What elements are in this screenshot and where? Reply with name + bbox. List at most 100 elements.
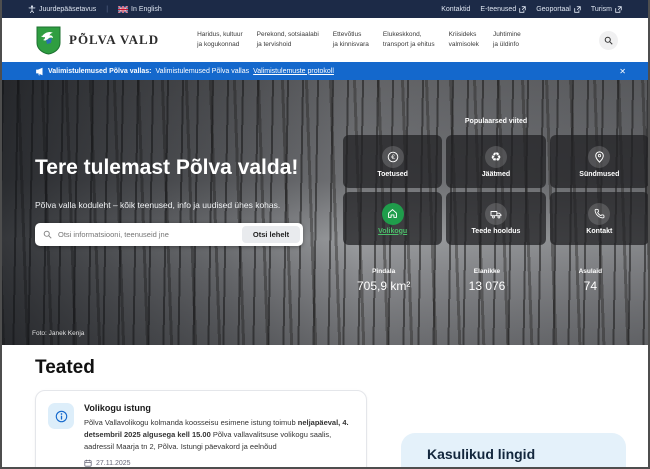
external-link-icon (615, 6, 622, 13)
top-bar: Juurdepääsetavus | In English Kontaktid … (2, 0, 648, 18)
recycle-glyph: ♻ (491, 151, 502, 163)
alert-text: Valimistulemused Põlva vallas (156, 68, 250, 75)
stats-row: Pindala 705,9 km² Elanikke 13 076 Asulai… (332, 268, 642, 293)
nav-line: Elukeskkond, (383, 31, 422, 38)
home-icon (382, 203, 404, 225)
notice-card[interactable]: Volikogu istung Põlva Vallavolikogu kolm… (35, 390, 367, 469)
page: Juurdepääsetavus | In English Kontaktid … (0, 0, 650, 469)
notice-title: Volikogu istung (84, 403, 354, 413)
main-header: PÕLVA VALD Haridus, kultuurja kogukonnad… (2, 18, 648, 62)
stat-value: 13 076 (435, 279, 538, 293)
topbar-link-turism[interactable]: Turism (591, 6, 622, 13)
tile-label: Teede hooldus (472, 228, 521, 235)
notice-text: Põlva Vallavolikogu kolmanda koosseisu e… (84, 417, 354, 453)
language-link[interactable]: In English (118, 6, 162, 13)
popular-links-title: Populaarsed viited (343, 118, 648, 125)
link-label: Turism (591, 6, 612, 13)
nav-perekond[interactable]: Perekond, sotsiaalabi ja tervishoid (257, 30, 319, 50)
topbar-link-eteenused[interactable]: E-teenused (480, 6, 526, 13)
hero-title: Tere tulemast Põlva valda! (35, 156, 298, 180)
brand[interactable]: PÕLVA VALD (36, 26, 159, 55)
nav-line: Ettevõtlus (333, 31, 362, 38)
tile-label: Kontakt (586, 228, 612, 235)
tile-label: Volikogu (378, 228, 407, 235)
main-nav: Haridus, kultuurja kogukonnad Perekond, … (197, 30, 521, 50)
hero-search: Otsi lehelt (35, 223, 303, 246)
nav-kriisideks[interactable]: Kriisideks valmisolek (449, 30, 479, 50)
notice-date: 27.11.2025 (96, 460, 131, 467)
alert-title: Valimistulemused Põlva vallas: (48, 68, 152, 75)
tile-label: Jäätmed (482, 171, 510, 178)
notice-date-row: 27.11.2025 (84, 459, 354, 467)
nav-line: ja üldinfo (493, 41, 519, 48)
header-search-button[interactable] (599, 31, 618, 50)
tile-label: Toetused (377, 171, 408, 178)
truck-icon (485, 203, 507, 225)
stat-elanikke: Elanikke 13 076 (435, 268, 538, 293)
tile-label: Sündmused (579, 171, 619, 178)
external-link-icon (519, 6, 526, 13)
alert-protocol-link[interactable]: Valimistulemuste protokoll (253, 68, 334, 75)
quick-link-teede-hooldus[interactable]: Teede hooldus (446, 192, 545, 245)
nav-line: Kriisideks (449, 31, 477, 38)
notice-text-prefix: Põlva Vallavolikogu kolmanda koosseisu e… (84, 418, 298, 427)
divider: | (106, 6, 108, 13)
location-pin-icon (588, 146, 610, 168)
nav-line: Perekond, sotsiaalabi (257, 31, 319, 38)
accessibility-link[interactable]: Juurdepääsetavus (28, 5, 96, 13)
uk-flag-icon (118, 6, 128, 13)
stat-value: 705,9 km² (332, 279, 435, 293)
useful-links-title: Kasulikud lingid (427, 446, 626, 462)
search-input[interactable] (52, 230, 242, 239)
nav-line: transport ja ehitus (383, 41, 435, 48)
stat-label: Pindala (332, 268, 435, 275)
quick-links-grid: € Toetused ♻ Jäätmed Sündmused (343, 135, 648, 245)
nav-elukeskkond[interactable]: Elukeskkond, transport ja ehitus (383, 30, 435, 50)
stat-asulaid: Asulaid 74 (539, 268, 642, 293)
svg-text:€: € (391, 154, 395, 161)
photo-credit: Foto: Janek Kenja (32, 330, 84, 337)
brand-wordmark: PÕLVA VALD (69, 32, 159, 48)
top-bar-left: Juurdepääsetavus | In English (28, 5, 162, 13)
accessibility-label: Juurdepääsetavus (39, 6, 96, 13)
section-title-teated: Teated (35, 357, 95, 379)
topbar-link-kontaktid[interactable]: Kontaktid (441, 6, 470, 13)
hero-subtitle: Põlva valla koduleht – kõik teenused, in… (35, 200, 280, 210)
nav-line: ja tervishoid (257, 41, 292, 48)
hero: Tere tulemast Põlva valda! Põlva valla k… (2, 80, 648, 345)
close-icon[interactable]: ✕ (619, 67, 626, 76)
nav-juhtimine[interactable]: Juhtimineja üldinfo (493, 30, 521, 50)
language-label: In English (131, 6, 162, 13)
euro-coin-icon: € (382, 146, 404, 168)
info-icon (48, 403, 74, 429)
megaphone-icon (35, 67, 44, 76)
topbar-link-geoportaal[interactable]: Geoportaal (536, 6, 581, 13)
notice-card-body: Volikogu istung Põlva Vallavolikogu kolm… (84, 403, 354, 469)
recycle-icon: ♻ (485, 146, 507, 168)
stat-pindala: Pindala 705,9 km² (332, 268, 435, 293)
quick-link-sundmused[interactable]: Sündmused (550, 135, 648, 188)
nav-line: ja kogukonnad (197, 41, 239, 48)
quick-link-volikogu[interactable]: Volikogu (343, 192, 442, 245)
stat-value: 74 (539, 279, 642, 293)
quick-link-jaatmed[interactable]: ♻ Jäätmed (446, 135, 545, 188)
notices-section: Teated Volikogu istung Põlva Vallavoliko… (2, 345, 648, 469)
useful-links-panel: Kasulikud lingid (401, 433, 626, 469)
accessibility-icon (28, 5, 36, 13)
link-label: Geoportaal (536, 6, 571, 13)
coat-of-arms-icon (36, 26, 61, 55)
quick-link-kontakt[interactable]: Kontakt (550, 192, 648, 245)
search-icon (604, 36, 613, 45)
nav-line: valmisolek (449, 41, 479, 48)
phone-icon (588, 203, 610, 225)
stat-label: Elanikke (435, 268, 538, 275)
top-bar-right: Kontaktid E-teenused Geoportaal Turism (441, 6, 622, 13)
alert-bar: Valimistulemused Põlva vallas: Valimistu… (2, 62, 648, 80)
nav-haridus[interactable]: Haridus, kultuurja kogukonnad (197, 30, 243, 50)
nav-ettevotlus[interactable]: Ettevõtlus ja kinnisvara (333, 30, 369, 50)
quick-link-toetused[interactable]: € Toetused (343, 135, 442, 188)
nav-line: ja kinnisvara (333, 41, 369, 48)
link-label: E-teenused (480, 6, 516, 13)
search-submit-button[interactable]: Otsi lehelt (242, 226, 300, 243)
search-icon (43, 230, 52, 239)
